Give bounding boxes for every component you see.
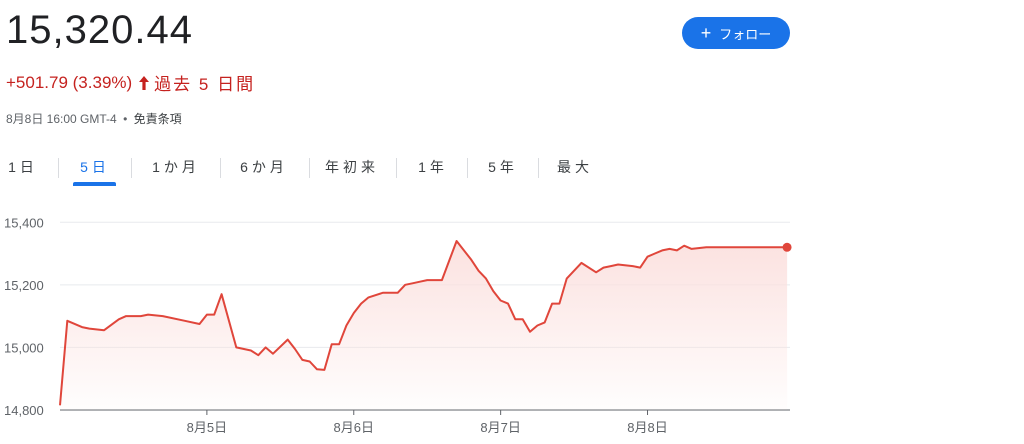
price-area: [60, 241, 788, 410]
plus-icon: +: [700, 23, 712, 43]
tab-divider: [131, 158, 132, 178]
x-tick-label: 8月6日: [334, 420, 374, 435]
range-tabs: 1日 5日 1か月 6か月 年初来 1年 5年 最大: [0, 152, 620, 186]
change-value: +501.79 (3.39%): [6, 72, 133, 92]
tab-divider: [396, 158, 397, 178]
tab-1m[interactable]: 1か月: [146, 152, 206, 182]
y-tick-label: 14,800: [4, 403, 44, 418]
quote-meta: 8月8日 16:00 GMT-4 • 免責条項: [6, 110, 182, 127]
tab-max[interactable]: 最大: [554, 152, 596, 182]
follow-button-label: フォロー: [719, 26, 772, 42]
arrow-up-icon: [139, 75, 150, 90]
tab-5d[interactable]: 5日: [74, 152, 116, 182]
tab-divider: [58, 158, 59, 178]
y-tick-label: 15,200: [4, 278, 44, 293]
tab-1y[interactable]: 1年: [412, 152, 454, 182]
x-tick-label: 8月7日: [480, 420, 520, 435]
tab-5y[interactable]: 5年: [482, 152, 524, 182]
tab-divider: [538, 158, 539, 178]
disclaimer-link[interactable]: 免責条項: [134, 112, 182, 126]
price-value: 15,320.44: [6, 8, 193, 52]
tab-divider: [309, 158, 310, 178]
y-tick-label: 15,400: [4, 215, 44, 230]
tab-divider: [220, 158, 221, 178]
x-tick-label: 8月8日: [627, 420, 667, 435]
meta-separator: •: [123, 112, 128, 126]
timestamp: 8月8日 16:00 GMT-4: [6, 112, 117, 126]
tab-divider: [467, 158, 468, 178]
price-chart[interactable]: 14,800 15,000 15,200 15,400 8月5日 8月6日 8月7日 8月8日: [0, 196, 800, 444]
price-change: +501.79 (3.39%) 過去 5 日間: [6, 70, 255, 95]
x-tick-label: 8月5日: [187, 420, 227, 435]
y-tick-label: 15,000: [4, 340, 44, 355]
tab-6m[interactable]: 6か月: [234, 152, 294, 182]
active-tab-indicator: [73, 182, 116, 186]
change-period: 過去 5 日間: [154, 75, 256, 94]
follow-button[interactable]: + フォロー: [682, 17, 790, 49]
tab-1d[interactable]: 1日: [4, 152, 42, 182]
tab-ytd[interactable]: 年初来: [322, 152, 382, 182]
last-price-dot: [782, 242, 792, 252]
